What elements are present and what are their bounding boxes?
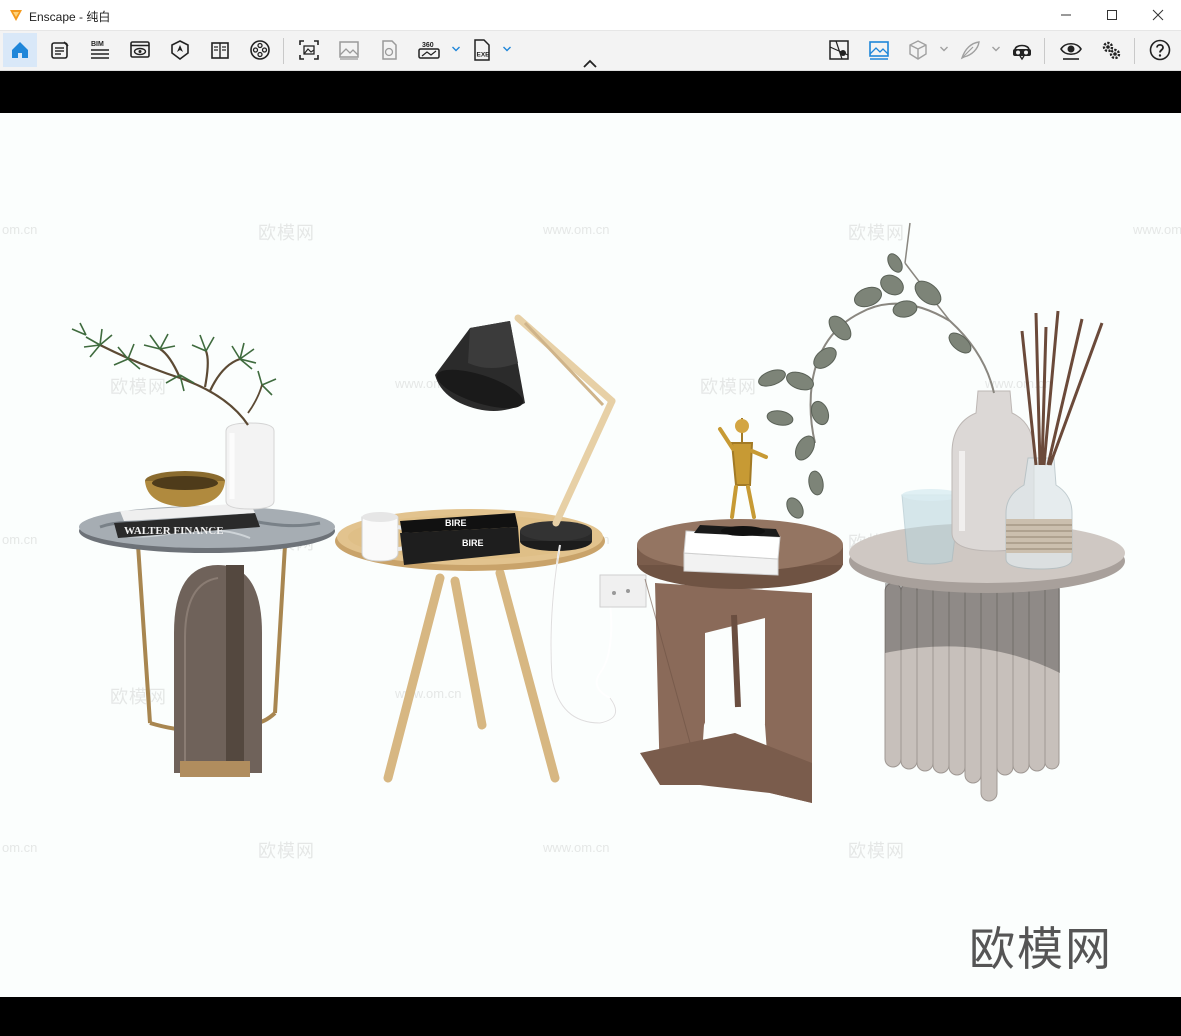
letterbox-bottom: [0, 997, 1181, 1036]
image-viewer-icon: [869, 41, 889, 60]
feather-icon: [960, 41, 980, 60]
settings-button[interactable]: [1094, 33, 1128, 67]
render-image-button[interactable]: [332, 33, 366, 67]
brand-watermark: 欧模网: [969, 922, 1113, 976]
close-icon: [1152, 9, 1164, 21]
cube-icon: [909, 40, 927, 60]
render-viewport[interactable]: 欧模网 www.om.cn 欧模网 om.cn www.om.cn 欧模网 ww…: [0, 113, 1181, 997]
book-title: WALTER FINANCE: [124, 525, 224, 537]
enscape-logo-icon: [10, 10, 22, 21]
maximize-button[interactable]: [1089, 0, 1135, 31]
image-viewer-button[interactable]: [862, 33, 896, 67]
export-dropdown-chevron-down-icon[interactable]: [502, 44, 512, 54]
toolbar-separator: [1134, 38, 1135, 64]
vr-headset-button[interactable]: [1005, 33, 1039, 67]
view-management-button[interactable]: [123, 33, 157, 67]
close-button[interactable]: [1135, 0, 1181, 31]
map-icon: [829, 40, 849, 60]
batch-render-icon: [382, 40, 397, 60]
home-icon: [12, 42, 28, 58]
help-button[interactable]: [1143, 33, 1177, 67]
gears-icon: [1102, 41, 1121, 60]
marble-side-table: WALTER FINANCE: [71, 322, 335, 777]
visual-settings-button[interactable]: [163, 33, 197, 67]
visibility-button[interactable]: [1054, 33, 1088, 67]
vr-headset-icon: [1013, 44, 1031, 61]
exe-export-button[interactable]: EXE: [465, 33, 499, 67]
minimize-icon: [1061, 14, 1071, 16]
map-button[interactable]: [822, 33, 856, 67]
title-bar[interactable]: Enscape - 纯白: [0, 0, 1181, 31]
furniture-scene: WALTER FINANCE BIRE BIRE: [71, 222, 1125, 803]
window-title: Enscape - 纯白: [29, 10, 111, 24]
exe-label: EXE: [477, 52, 491, 59]
book-icon: [211, 42, 229, 59]
minimize-button[interactable]: [1043, 0, 1089, 31]
screenshot-icon: [299, 40, 319, 60]
maximize-icon: [1107, 10, 1117, 20]
wooden-tripod-table: BIRE BIRE: [335, 314, 647, 783]
panorama-button[interactable]: 360: [412, 33, 446, 67]
video-reel-icon: [250, 40, 270, 60]
letterbox-top: [0, 71, 1181, 113]
batch-render-button[interactable]: [372, 33, 406, 67]
toolbar-separator: [1044, 38, 1045, 64]
notes-button[interactable]: [43, 33, 77, 67]
exe-export-icon: EXE: [474, 39, 491, 61]
feather-dropdown-chevron-down-icon[interactable]: [991, 44, 1001, 54]
asset-dropdown-chevron-down-icon[interactable]: [939, 44, 949, 54]
help-icon: [1149, 39, 1171, 61]
home-button[interactable]: [3, 33, 37, 67]
collapse-toolbar-chevron-up-icon[interactable]: [581, 58, 599, 70]
panorama-dropdown-chevron-down-icon[interactable]: [451, 44, 461, 54]
book-spine-label: BIRE: [462, 538, 484, 548]
bim-button[interactable]: BIM: [83, 33, 117, 67]
asset-library-button[interactable]: [901, 33, 935, 67]
view-icon: [130, 41, 150, 58]
bim-icon: BIM: [91, 41, 109, 59]
toolbar-separator: [283, 38, 284, 64]
material-library-button[interactable]: [203, 33, 237, 67]
eye-icon: [1060, 42, 1082, 60]
notepad-icon: [51, 41, 69, 59]
video-editor-button[interactable]: [243, 33, 277, 67]
visual-settings-icon: [171, 40, 189, 60]
feather-button[interactable]: [953, 33, 987, 67]
image-icon: [339, 41, 359, 60]
panorama-label: 360: [422, 42, 434, 49]
bim-label: BIM: [91, 41, 104, 48]
book-spine-label: BIRE: [445, 518, 467, 528]
screenshot-button[interactable]: [292, 33, 326, 67]
panorama-360-icon: 360: [418, 42, 440, 59]
